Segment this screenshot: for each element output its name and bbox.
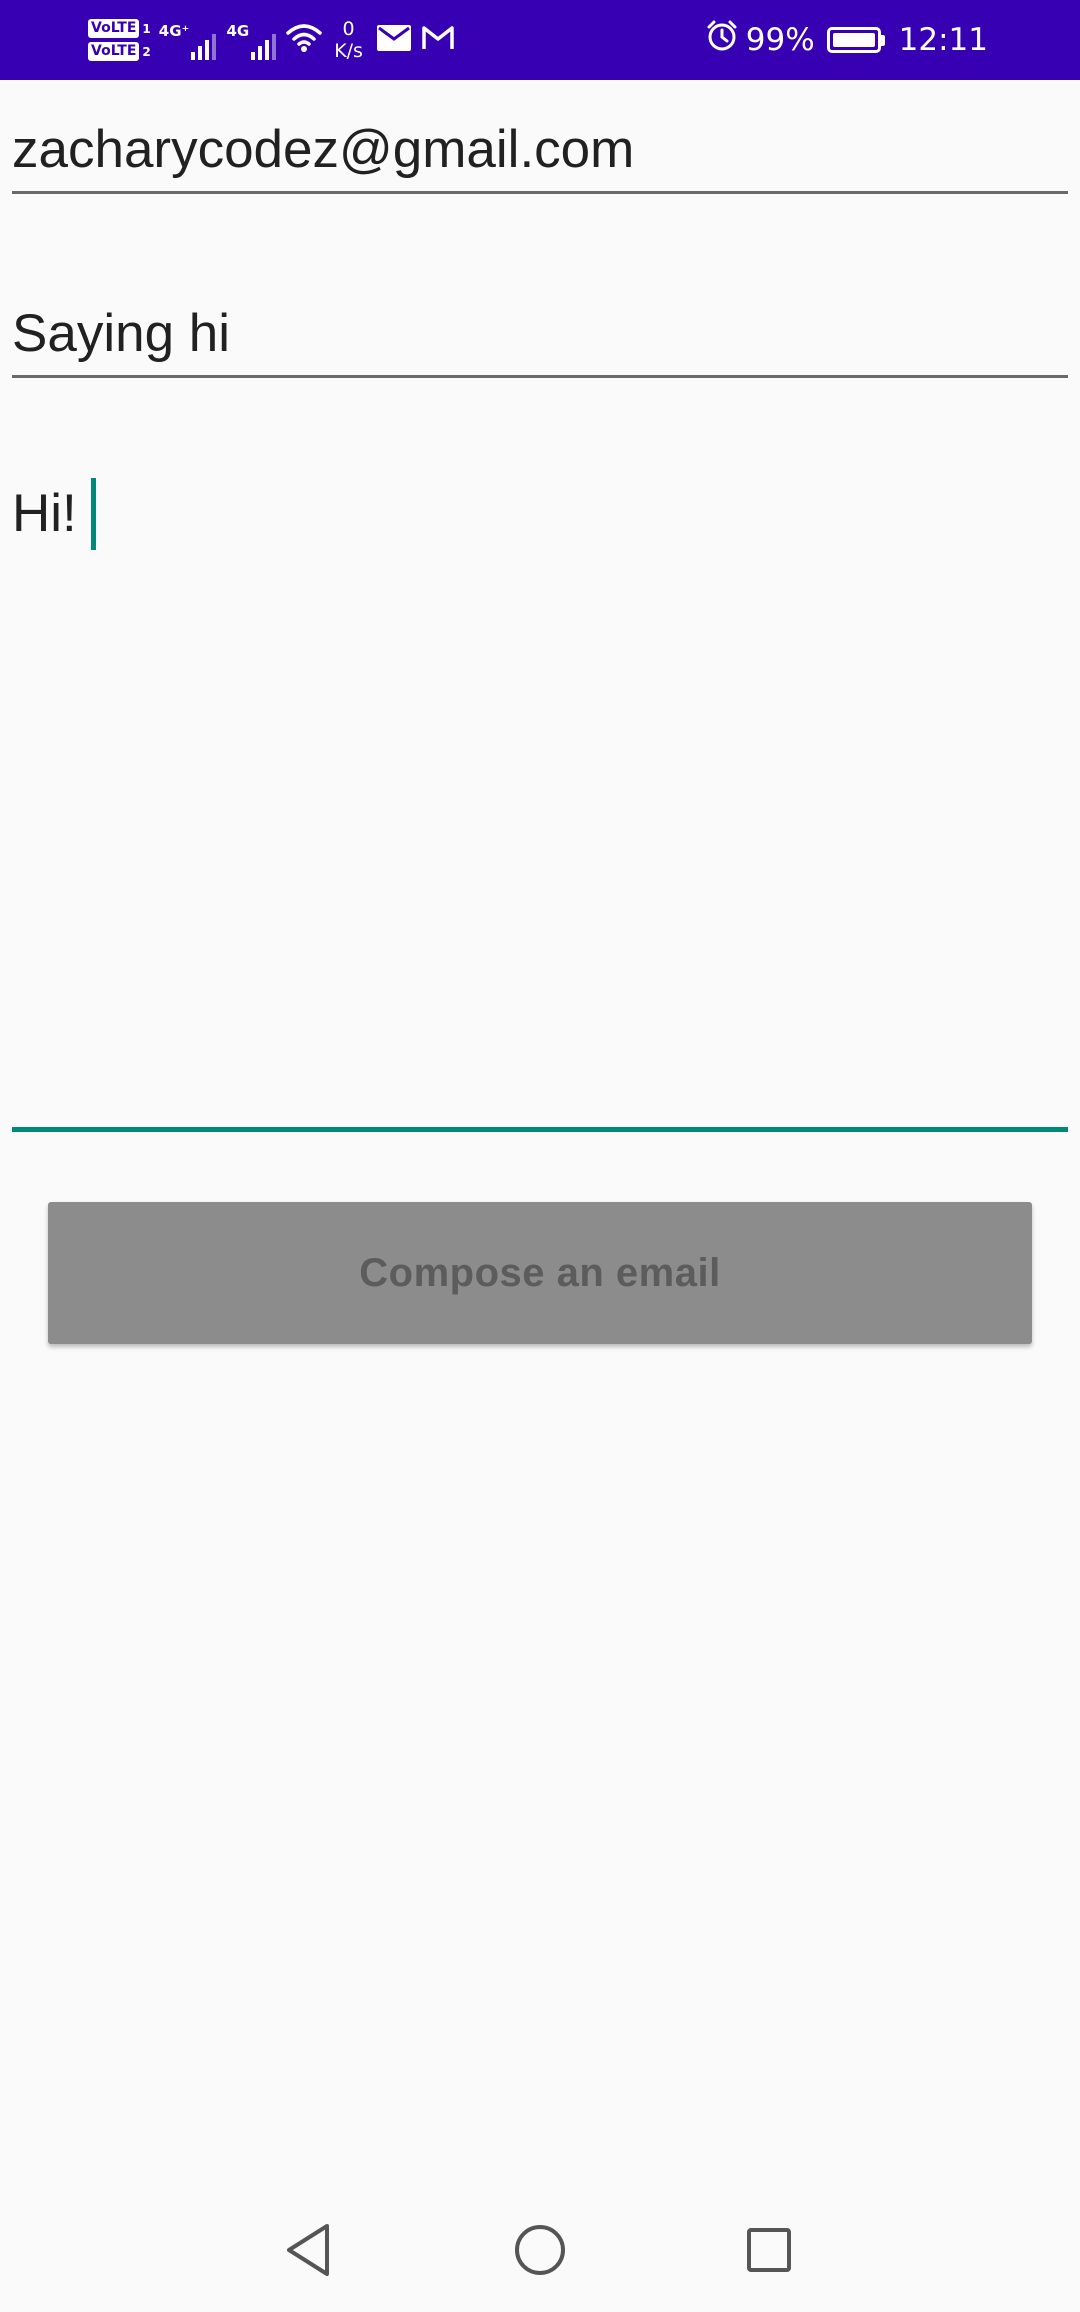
home-button[interactable] [500, 2210, 580, 2290]
signal-icon [251, 32, 277, 60]
network-speed-unit: K/s [334, 40, 363, 62]
volte-row-1: VoLTE 1 [88, 19, 151, 38]
volte-badge-2: VoLTE [88, 42, 140, 61]
email-field[interactable]: zacharycodez@gmail.com [12, 118, 1068, 194]
network-speed-value: 0 [342, 18, 355, 40]
alarm-icon [706, 20, 738, 60]
status-bar: VoLTE 1 VoLTE 2 4G⁺ 4G 0 K/s 99% 12:11 [0, 0, 1080, 80]
battery-percent: 99% [745, 22, 815, 58]
navigation-bar [0, 2190, 1080, 2312]
sim-1-label: 1 [142, 21, 151, 36]
sim-2-label: 2 [142, 44, 151, 59]
volte-row-2: VoLTE 2 [88, 42, 151, 61]
message-value: Hi! [12, 484, 77, 543]
recents-button[interactable] [729, 2210, 809, 2290]
status-bar-left: VoLTE 1 VoLTE 2 4G⁺ 4G 0 K/s [88, 0, 455, 80]
wifi-icon [286, 23, 322, 58]
subject-value: Saying hi [12, 304, 231, 363]
compose-email-button[interactable]: Compose an email [48, 1202, 1032, 1344]
network-speed: 0 K/s [334, 18, 363, 62]
home-icon [515, 2225, 565, 2275]
mail-icon [376, 24, 411, 56]
text-cursor [90, 478, 96, 550]
message-field[interactable]: Hi! [12, 478, 1068, 1132]
gmail-icon [421, 25, 455, 56]
recents-icon [747, 2228, 791, 2272]
back-button[interactable] [268, 2210, 348, 2290]
clock-time: 12:11 [898, 22, 988, 58]
status-bar-right: 99% 12:11 [706, 0, 988, 80]
volte-badge-1: VoLTE [88, 19, 140, 38]
network-type-1: 4G⁺ [158, 22, 190, 40]
volte-indicators: VoLTE 1 VoLTE 2 [88, 19, 151, 61]
sim-1-signal: 4G⁺ [159, 20, 217, 60]
battery-icon [826, 27, 885, 53]
back-icon [287, 2224, 329, 2276]
network-type-2: 4G [226, 22, 250, 40]
signal-icon [191, 32, 217, 60]
sim-2-signal: 4G [226, 20, 277, 60]
subject-field[interactable]: Saying hi [12, 302, 1068, 378]
email-value: zacharycodez@gmail.com [12, 120, 635, 179]
